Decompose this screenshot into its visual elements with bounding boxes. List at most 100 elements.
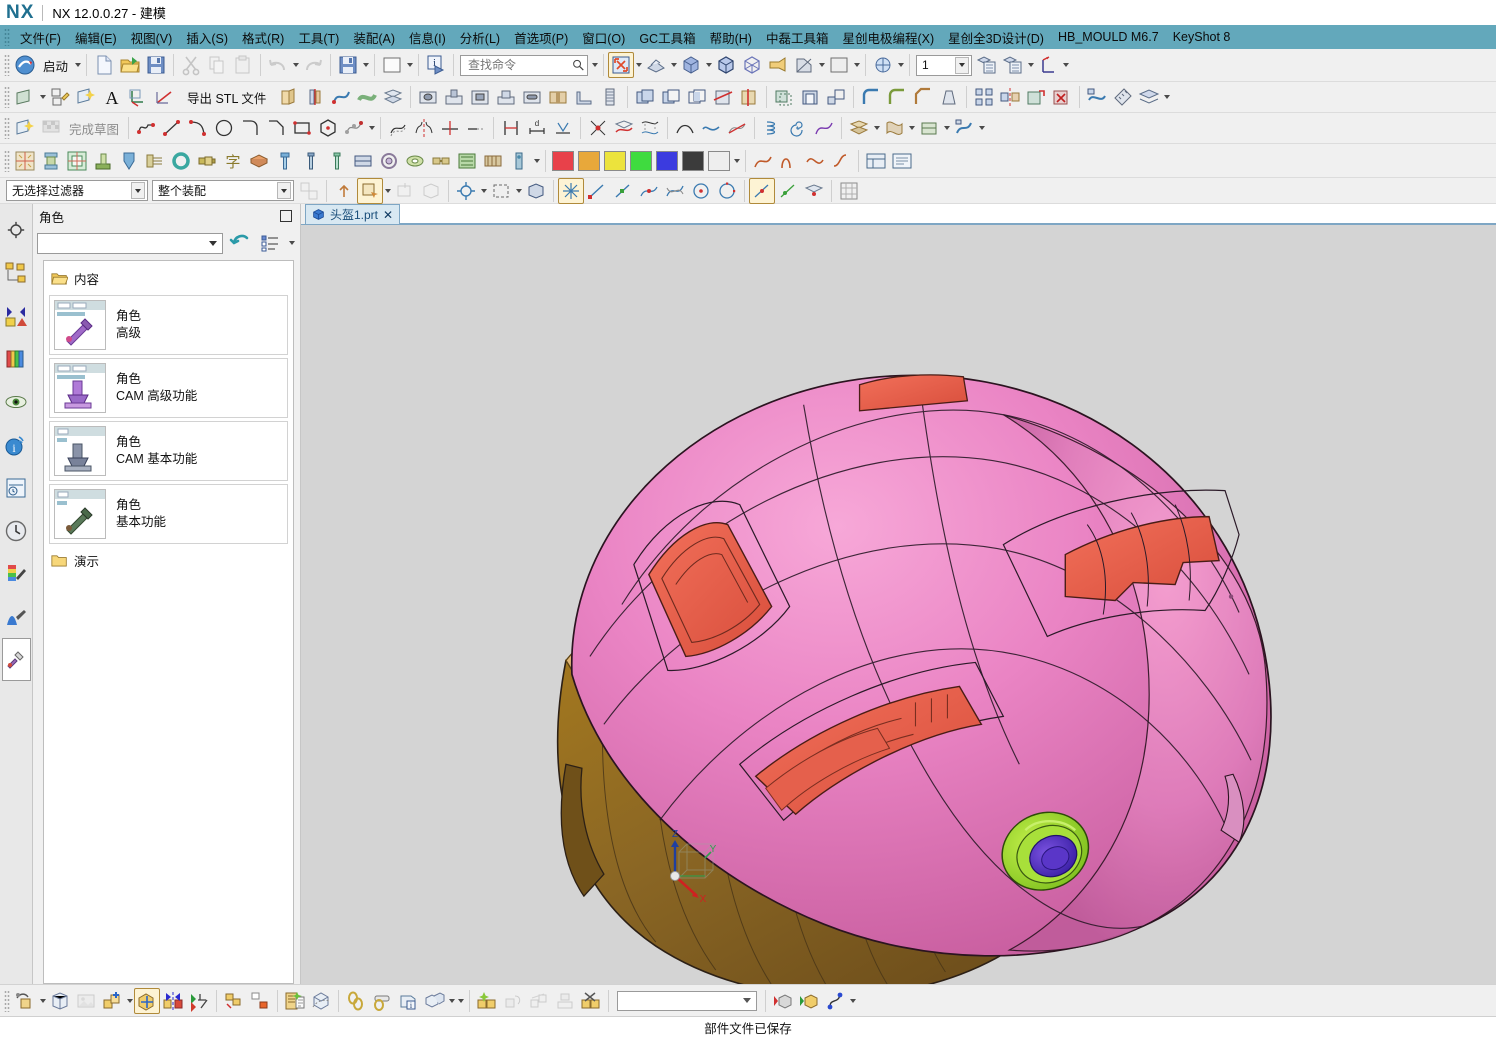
split-body-button[interactable] [736,84,762,110]
assembly-scope-combo[interactable] [617,990,757,1011]
save-as-button[interactable] [335,52,361,78]
snap-midpoint-button[interactable] [610,178,636,204]
bridge-curve-button[interactable] [672,115,698,141]
roles-folder-content[interactable]: 内容 [47,265,290,292]
info-component-button[interactable]: i [395,988,421,1014]
info-object-button[interactable]: i [423,52,449,78]
wireframe-button[interactable] [739,52,765,78]
mold-wizard-button[interactable] [12,148,38,174]
move-component-button[interactable] [134,987,160,1014]
open-file-button[interactable] [117,52,143,78]
color-swatch-green[interactable] [630,150,652,171]
roles-view-mode-button[interactable] [257,230,283,256]
sensor-button[interactable] [506,148,532,174]
mold-base-button[interactable] [38,148,64,174]
resource-item-constraint-navigator[interactable] [2,251,31,294]
exploded-view-button[interactable] [308,988,334,1014]
line-button[interactable] [159,115,185,141]
resource-item-part-navigator[interactable] [2,294,31,337]
new-component-button[interactable] [247,988,273,1014]
arc-button[interactable] [185,115,211,141]
roles-view-dropdown-icon[interactable] [287,230,296,256]
menu-item-information[interactable]: 信息(I) [402,26,453,49]
rectangle-button[interactable] [289,115,315,141]
datum-plane-button[interactable] [12,84,38,110]
hole-button[interactable] [415,84,441,110]
sweep-button[interactable] [328,84,354,110]
datum-axis-button[interactable] [151,84,177,110]
tube-button[interactable] [354,84,380,110]
select-feature-button[interactable] [357,177,383,204]
scope-filter-dropdown-icon[interactable] [277,182,291,199]
menu-item-edit[interactable]: 编辑(E) [68,26,124,49]
surface-group2-button[interactable] [881,115,907,141]
menu-item-hb-mould[interactable]: HB_MOULD M6.7 [1051,28,1166,46]
toolbar-grip[interactable] [4,54,10,76]
layer-dropdown2-icon[interactable] [1026,52,1035,78]
constraint-button[interactable] [498,115,524,141]
visualization-dropdown-icon[interactable] [896,52,905,78]
subtract-button[interactable] [658,84,684,110]
start-button[interactable] [12,52,38,78]
role-card-advanced[interactable]: 角色 高级 [49,295,288,355]
color-swatch-blue[interactable] [656,150,678,171]
background-button[interactable] [826,52,852,78]
pattern-component-button[interactable] [221,988,247,1014]
view-manager-button[interactable] [863,148,889,174]
snap-control-point-button[interactable] [636,178,662,204]
surface-group3-dropdown-icon[interactable] [942,115,951,141]
component-dropdown-icon[interactable] [447,988,456,1014]
roles-refresh-button[interactable] [227,230,253,256]
letter-button[interactable]: 字 [220,148,246,174]
face-blend-button[interactable] [884,84,910,110]
surface-group-button[interactable] [846,115,872,141]
resource-item-hd3d-tools[interactable] [2,380,31,423]
document-tab-close-icon[interactable]: ✕ [383,208,393,222]
toolbar-grip[interactable] [4,989,10,1012]
shaded-edges-button[interactable] [713,52,739,78]
menu-item-format[interactable]: 格式(R) [235,26,291,49]
offset-curve-button[interactable] [385,115,411,141]
color-swatch-yellow[interactable] [604,150,626,171]
menu-item-analysis[interactable]: 分析(L) [453,26,507,49]
color-swatch-orange[interactable] [578,150,600,171]
core-insert-button[interactable] [90,148,116,174]
wcs-button[interactable] [1035,52,1061,78]
section-button[interactable] [791,52,817,78]
move-face-button[interactable] [1023,84,1049,110]
color-swatch-red[interactable] [552,150,574,171]
pattern-feature-button[interactable] [971,84,997,110]
snap-point-on-curve-button[interactable] [775,178,801,204]
dimension-button[interactable]: d [524,115,550,141]
surface-group2-dropdown-icon[interactable] [907,115,916,141]
scope-filter-combo[interactable]: 整个装配 [152,180,294,201]
panel-pin-icon[interactable] [280,210,292,222]
standard-part-button[interactable] [194,148,220,174]
spline-dropdown-icon[interactable] [367,115,376,141]
select-general-button[interactable] [296,178,322,204]
datum-csys-button[interactable] [125,84,151,110]
blank-button[interactable] [379,52,405,78]
select-body-button[interactable] [418,178,444,204]
chamfer-button[interactable] [910,84,936,110]
groove-button[interactable] [545,84,571,110]
locating-ring-button[interactable] [402,148,428,174]
sketch-in-task-button-2[interactable] [12,115,38,141]
datum-plane-dropdown-icon[interactable] [38,84,47,110]
snap-endpoint-button[interactable] [584,178,610,204]
show-product-button-2[interactable] [796,988,822,1014]
export-stl-button[interactable]: 导出 STL 文件 [177,84,276,110]
fit-view-button[interactable] [608,52,635,78]
menu-item-zhonglei-toolbox[interactable]: 中磊工具箱 [759,26,836,49]
undo-button[interactable] [265,52,291,78]
perspective-button[interactable] [643,52,669,78]
role-card-cam-advanced[interactable]: 角色 CAM 高级功能 [49,358,288,418]
circle-button[interactable] [211,115,237,141]
mirror-assembly-button[interactable] [160,988,186,1014]
command-search-input[interactable] [466,57,572,73]
shaded-dropdown-icon[interactable] [704,52,713,78]
curve-tool1-button[interactable] [750,148,776,174]
menu-item-view[interactable]: 视图(V) [124,26,180,49]
snap-dropdown-icon[interactable] [479,178,488,204]
snap-body-button[interactable] [523,178,549,204]
